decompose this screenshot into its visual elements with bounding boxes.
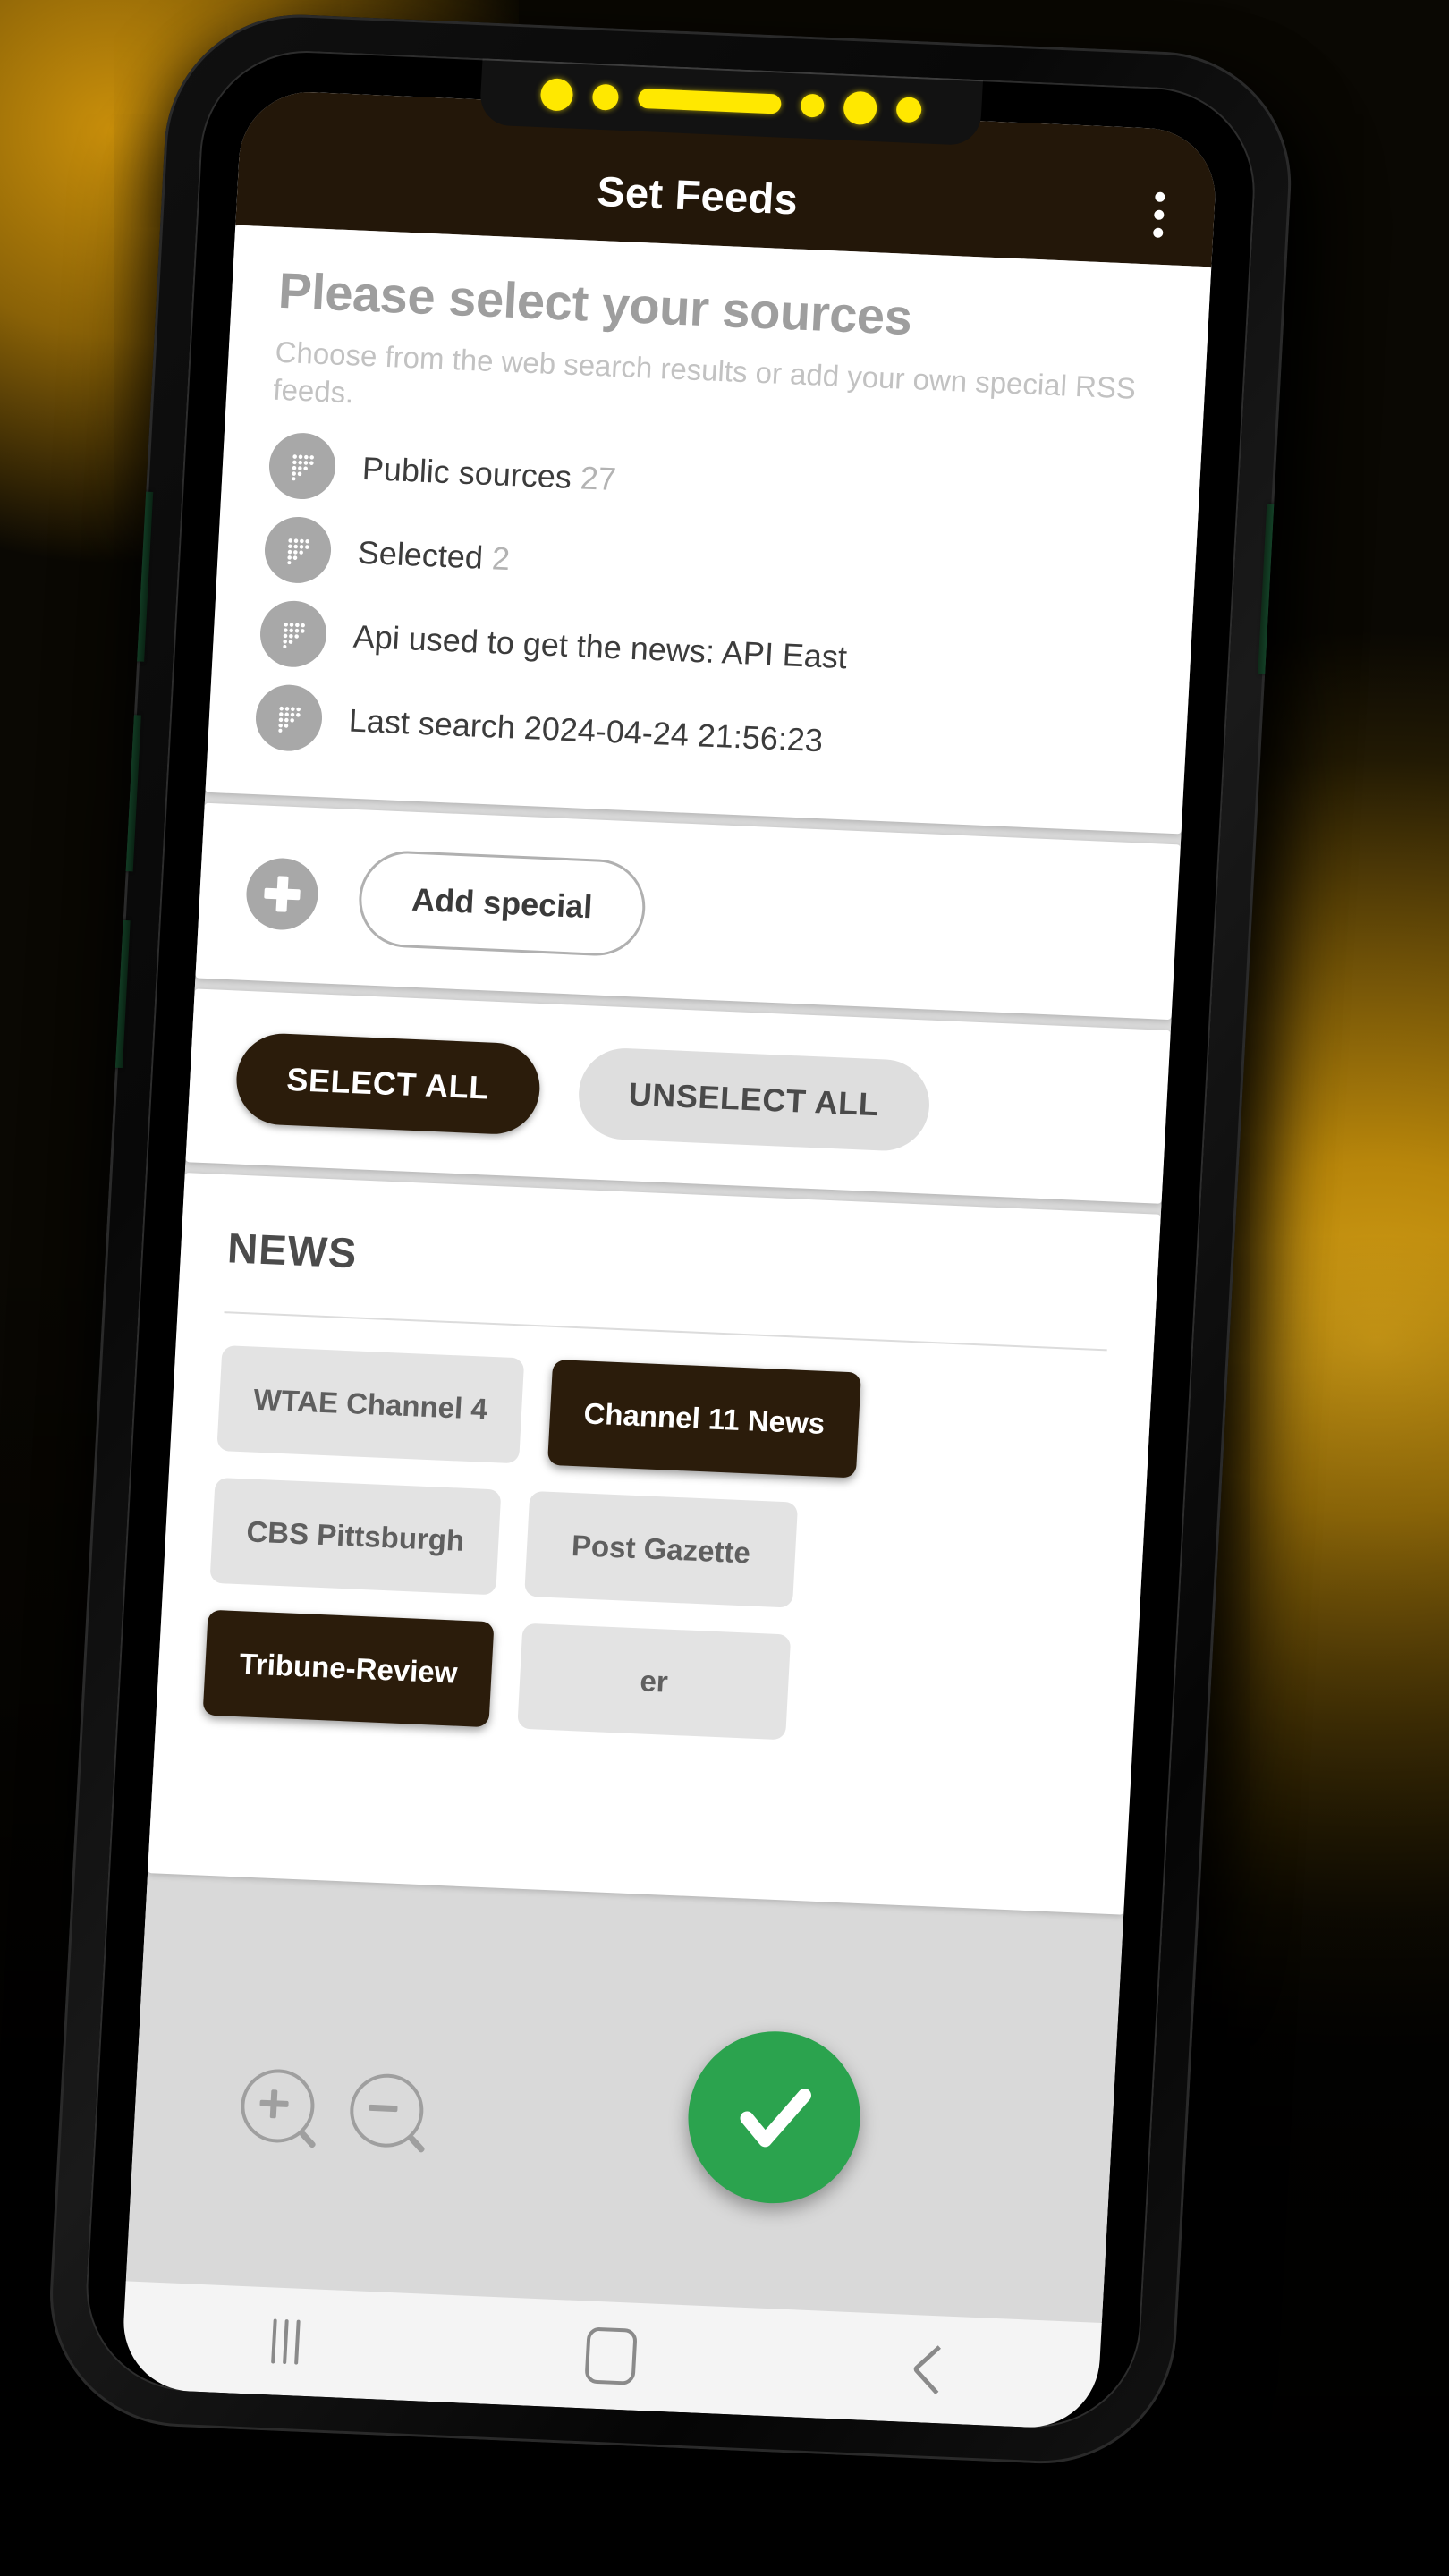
phone-screen: Set Feeds Please select your sources Cho [122,89,1219,2389]
recents-bar-1 [271,2318,277,2364]
recents-bar-2 [283,2319,289,2365]
news-chip-grid: WTAE Channel 4 Channel 11 News CBS Pitts… [202,1345,1106,1754]
phone-side-button-volume-up[interactable] [124,491,154,662]
plus-circle-icon[interactable] [244,857,320,932]
info-row-public-sources: Public sources 27 [267,432,1154,536]
news-chip-partial[interactable]: er [517,1623,792,1741]
back-icon [911,2344,962,2394]
info-row-last-search: Last search 2024-04-24 21:56:23 [254,683,1140,788]
earpiece-speaker-icon [637,88,782,114]
info-value-text: 27 [579,459,617,498]
recents-icon [271,2318,301,2365]
feed-dots-icon [254,683,324,753]
feed-dots-icon [267,432,337,502]
news-chip-cbs[interactable]: CBS Pittsburgh [209,1478,502,1596]
info-row-label: Public sources 27 [361,450,617,498]
phone-mockup: Set Feeds Please select your sources Cho [40,9,1325,2523]
info-row-api: Api used to get the news: API East [258,599,1145,704]
sources-summary-card: Please select your sources Choose from t… [205,225,1212,835]
news-sources-card: NEWS WTAE Channel 4 Channel 11 News CBS … [148,1173,1161,1916]
notch-led-4 [843,90,878,125]
info-label-text: Selected [356,534,485,577]
kebab-dot-1 [1154,191,1165,202]
info-label-text: Public sources [360,450,572,496]
notch-led-2 [591,83,620,111]
zoom-controls-overlay [239,2067,426,2154]
info-row-label: Last search 2024-04-24 21:56:23 [347,702,824,759]
select-actions-card: SELECT ALL UNSELECT ALL [185,988,1171,1205]
notch-led-1 [539,78,574,112]
kebab-dot-2 [1153,209,1165,220]
zoom-out-icon[interactable] [348,2072,426,2154]
news-chip-post-gazette[interactable]: Post Gazette [523,1491,798,1609]
phone-side-button-assistant[interactable] [102,919,131,1069]
page-title: Set Feeds [596,166,800,223]
add-special-button[interactable]: Add special [356,849,648,959]
kebab-dot-3 [1152,226,1164,238]
news-section-title: NEWS [225,1224,359,1277]
info-row-label: Selected 2 [357,534,511,578]
home-icon [584,2326,638,2385]
notch-led-5 [895,97,922,123]
info-row-selected: Selected 2 [263,515,1149,620]
zoom-in-icon[interactable] [239,2067,317,2149]
info-row-label: Api used to get the news: API East [352,618,848,676]
notch-led-3 [800,93,825,118]
news-chip-channel11[interactable]: Channel 11 News [547,1360,862,1479]
content-scroll-area[interactable]: Please select your sources Choose from t… [122,225,1212,2389]
nav-back-button[interactable] [844,2312,1029,2427]
phone-side-button-volume-down[interactable] [113,714,141,872]
nav-home-button[interactable] [519,2298,703,2412]
screenshot-stage: Set Feeds Please select your sources Cho [0,0,1449,2576]
news-chip-tribune-review[interactable]: Tribune-Review [202,1610,495,1728]
nav-recents-button[interactable] [193,2284,377,2399]
select-all-button[interactable]: SELECT ALL [233,1032,542,1137]
divider [224,1311,1107,1352]
feed-dots-icon [258,599,328,669]
recents-bar-3 [294,2319,301,2365]
phone-body: Set Feeds Please select your sources Cho [43,9,1298,2470]
kebab-menu-icon[interactable] [1116,190,1216,240]
news-chip-wtae[interactable]: WTAE Channel 4 [216,1345,524,1464]
add-special-card: Add special [195,803,1181,1021]
info-value-text: 2 [490,539,512,578]
phone-bezel: Set Feeds Please select your sources Cho [80,47,1260,2432]
checkmark-icon [740,2089,811,2148]
feed-dots-icon [263,515,333,585]
unselect-all-button[interactable]: UNSELECT ALL [576,1046,932,1154]
